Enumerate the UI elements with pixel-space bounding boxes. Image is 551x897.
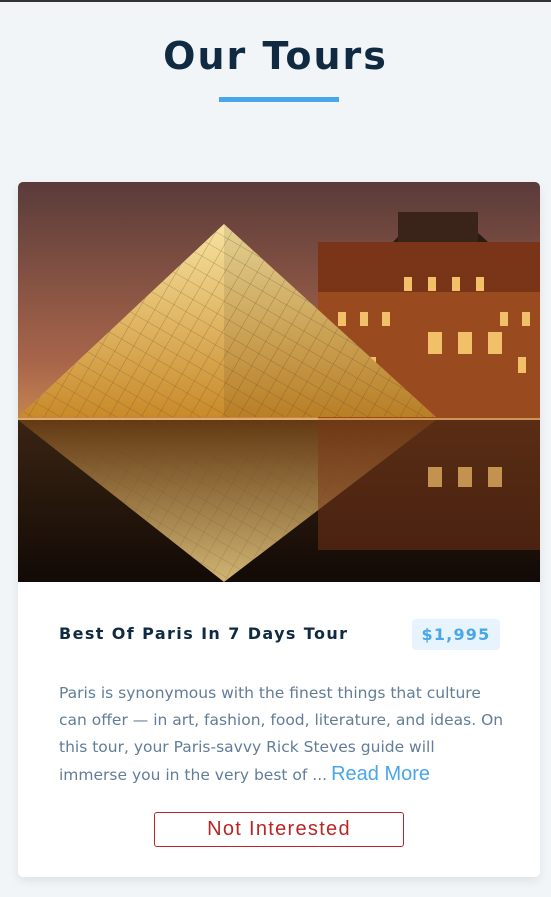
read-more-link[interactable]: Read More xyxy=(331,763,430,785)
tour-photo xyxy=(18,182,540,582)
tour-description-text: Paris is synonymous with the finest thin… xyxy=(59,684,504,784)
title-underline xyxy=(219,97,339,102)
tour-card: Best Of Paris In 7 Days Tour $1,995 Pari… xyxy=(18,182,540,877)
tour-name: Best Of Paris In 7 Days Tour xyxy=(59,624,349,643)
top-border xyxy=(0,0,551,2)
tour-price-badge: $1,995 xyxy=(412,619,500,650)
not-interested-button[interactable]: Not Interested xyxy=(154,812,404,847)
tour-description: Paris is synonymous with the finest thin… xyxy=(59,680,504,789)
page-title: Our Tours xyxy=(163,34,388,78)
page: Our Tours Best Of Paris In 7 Days Tour $… xyxy=(0,0,551,897)
